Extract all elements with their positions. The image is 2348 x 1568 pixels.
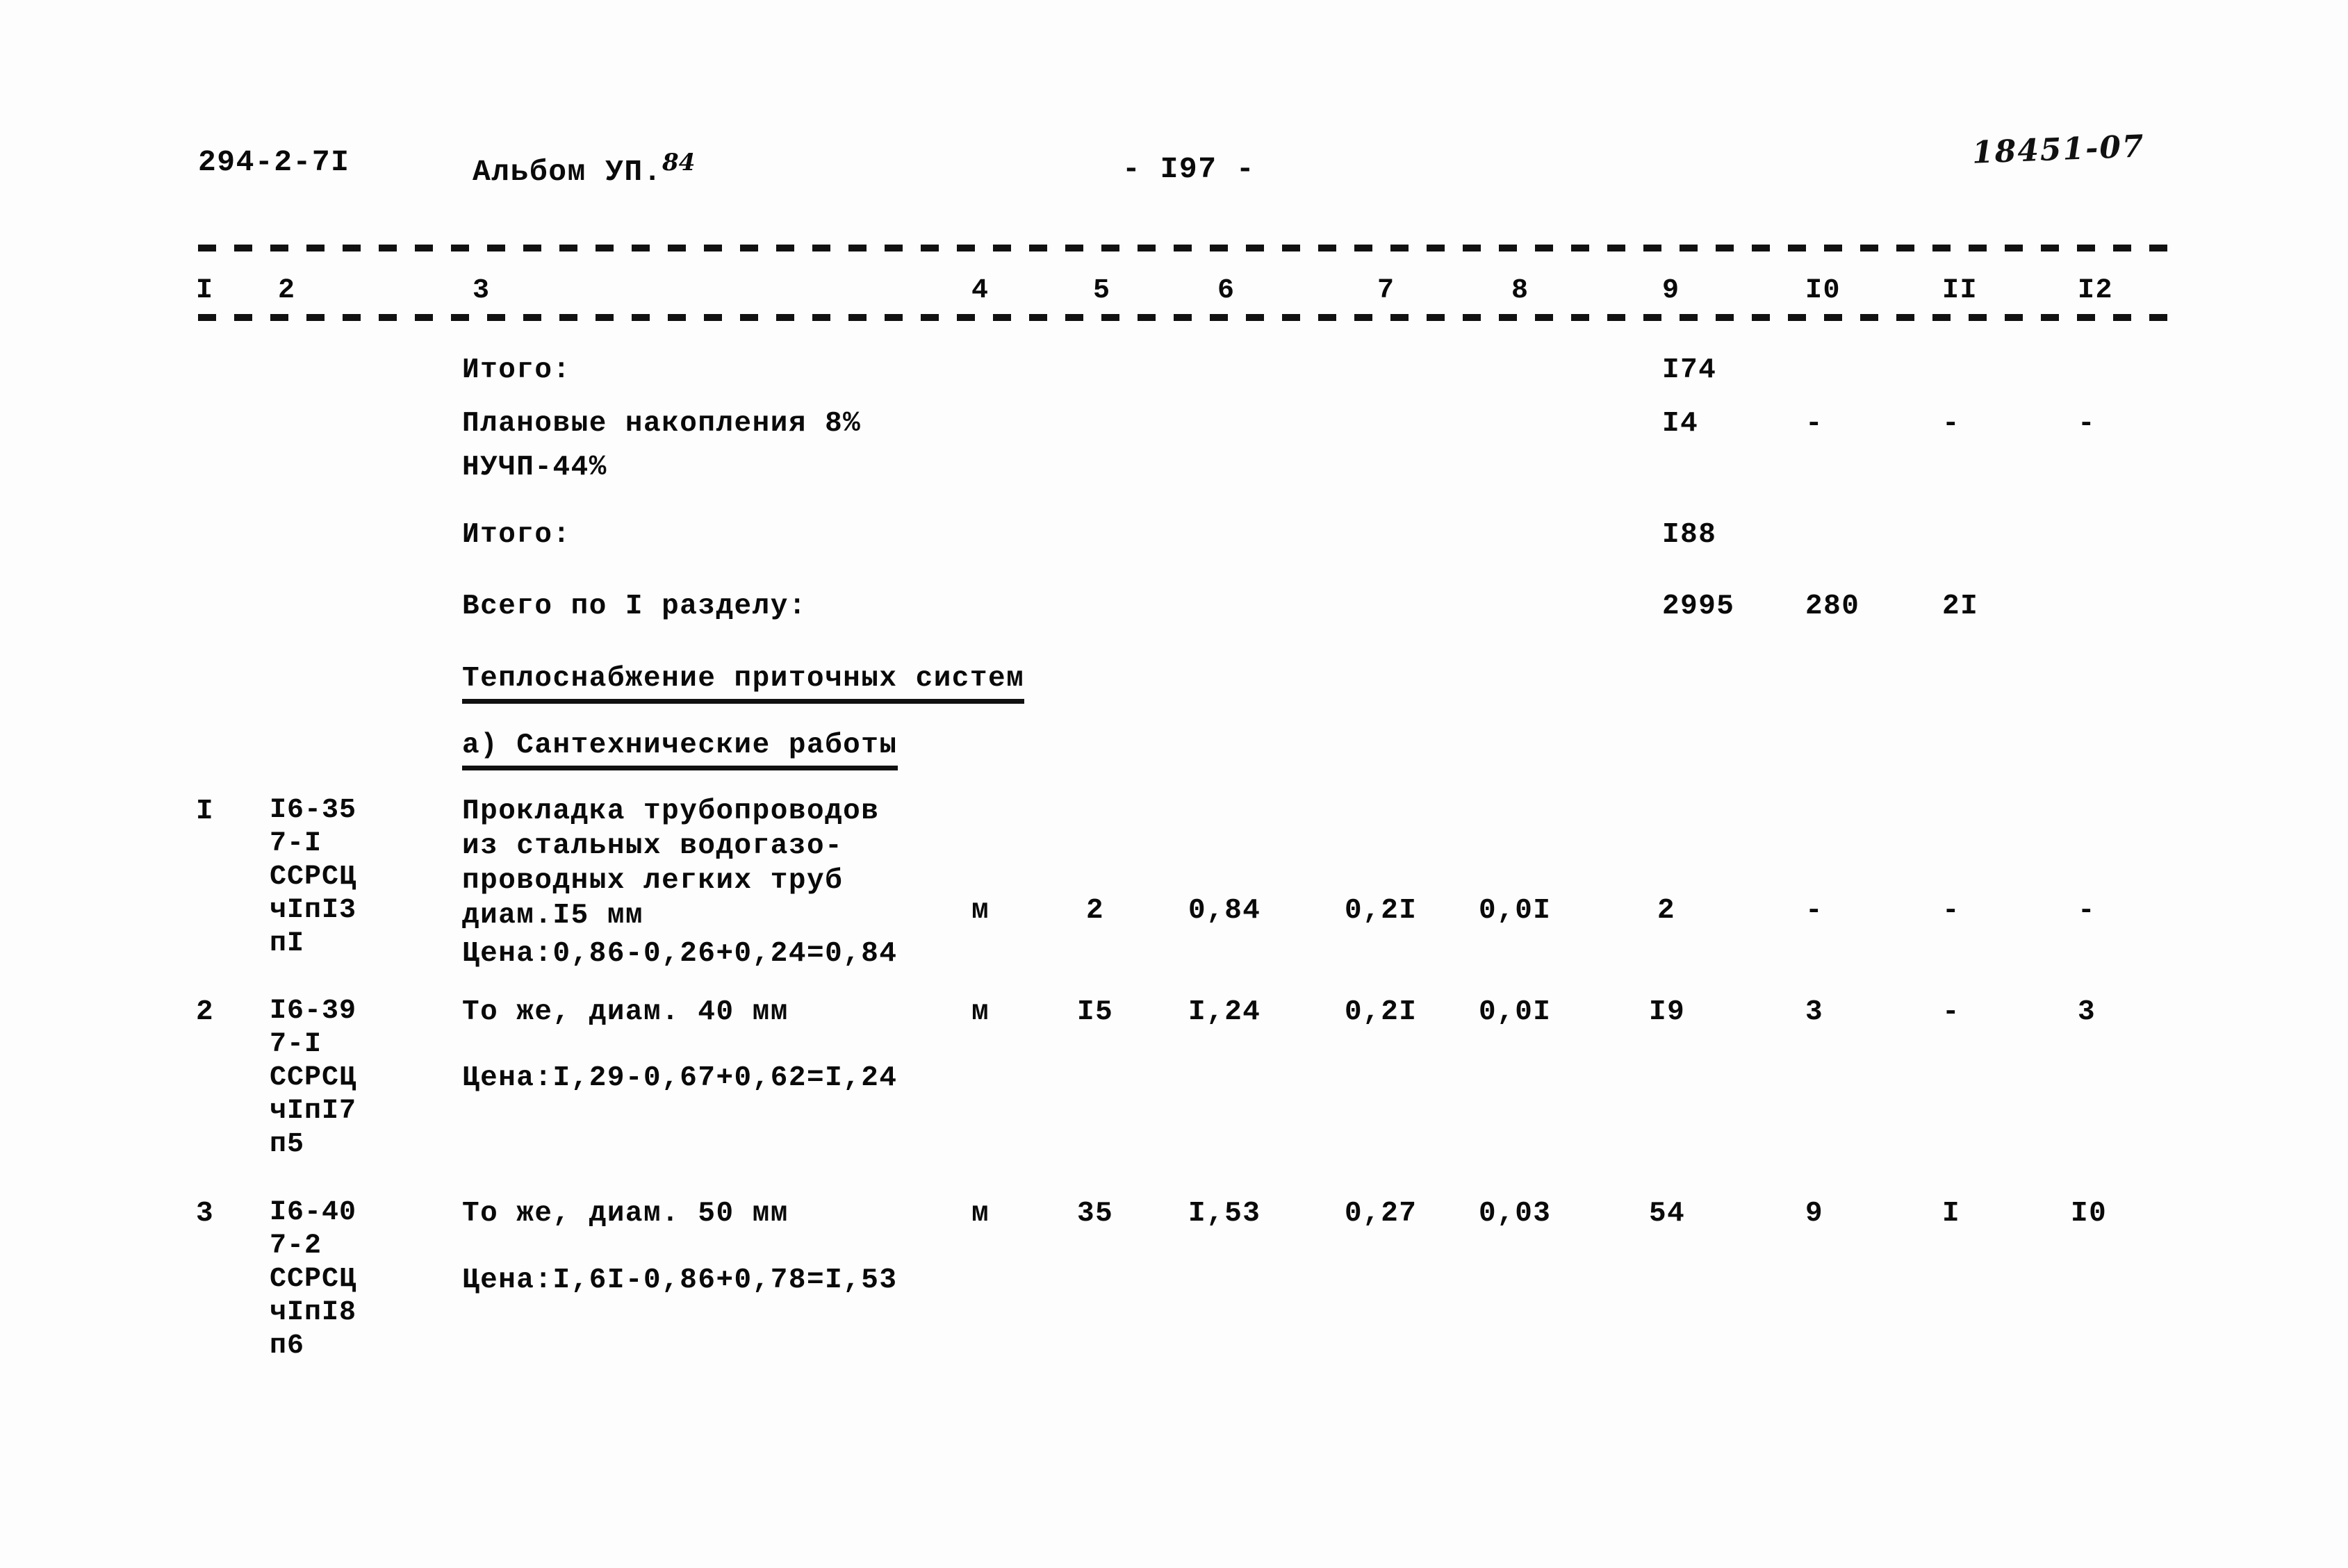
column-header-4: 4 (971, 275, 990, 306)
column-header-12: I2 (2078, 275, 2114, 306)
row-number: 2 (196, 996, 215, 1028)
section-title: Теплоснабжение приточных систем (462, 661, 1025, 704)
document-page: 294-2-7I Альбом УП.84 - I97 - 18451-07 I… (0, 0, 2348, 1568)
summary-row-col12: - (2078, 408, 2096, 440)
summary-row-label: Итого: (462, 519, 571, 551)
column-header-5: 5 (1093, 275, 1111, 306)
column-header-8: 8 (1511, 275, 1529, 306)
summary-row-label: НУЧП-44% (462, 452, 607, 484)
column-header-7: 7 (1377, 275, 1395, 306)
row-col11: - (1942, 996, 1961, 1028)
row-col7: 0,2I (1345, 895, 1418, 927)
summary-row-col11: 2I (1942, 591, 1979, 622)
album-number: 84 (662, 149, 696, 176)
column-header-6: 6 (1217, 275, 1235, 306)
row-col8: 0,03 (1479, 1198, 1552, 1230)
album-label: Альбом УП.84 (473, 145, 695, 190)
row-col12: 3 (2078, 996, 2096, 1028)
row-col7: 0,27 (1345, 1198, 1418, 1230)
row-unit: м (971, 1198, 990, 1230)
column-header-1: I (196, 275, 214, 306)
row-code: I6-39 7-I ССРСЦ чIпI7 п5 (270, 996, 357, 1160)
row-description: То же, диам. 50 мм (462, 1198, 789, 1230)
summary-row-label: Итого: (462, 354, 571, 386)
row-col11: I (1942, 1198, 1961, 1230)
row-col8: 0,0I (1479, 895, 1552, 927)
column-header-9: 9 (1662, 275, 1680, 306)
row-unit: м (971, 895, 990, 927)
summary-row-col9: I88 (1662, 519, 1717, 551)
row-code: I6-35 7-I ССРСЦ чIпI3 пI (270, 795, 357, 959)
row-col10: 3 (1805, 996, 1824, 1028)
row-qty: 2 (1086, 895, 1105, 927)
row-price-note: Цена:I,29-0,67+0,62=I,24 (462, 1062, 898, 1094)
row-qty: 35 (1077, 1198, 1114, 1230)
page-marker: - I97 - (1122, 152, 1256, 186)
row-col12: I0 (2071, 1198, 2108, 1230)
row-qty: I5 (1077, 996, 1114, 1028)
row-col10: 9 (1805, 1198, 1824, 1230)
row-col7: 0,2I (1345, 996, 1418, 1028)
summary-row-col9: I4 (1662, 408, 1699, 440)
row-col9: 54 (1649, 1198, 1686, 1230)
summary-row-col11: - (1942, 408, 1961, 440)
summary-row-col9: 2995 (1662, 591, 1735, 622)
row-col6: 0,84 (1188, 895, 1261, 927)
row-col9: I9 (1649, 996, 1686, 1028)
row-number: 3 (196, 1198, 215, 1230)
row-price-note: Цена:0,86-0,26+0,24=0,84 (462, 938, 898, 970)
row-col6: I,53 (1188, 1198, 1261, 1230)
row-number: I (196, 795, 215, 827)
row-col6: I,24 (1188, 996, 1261, 1028)
row-col9: 2 (1657, 895, 1676, 927)
column-header-11: II (1942, 275, 1978, 306)
row-col8: 0,0I (1479, 996, 1552, 1028)
table-rule-top (198, 245, 2178, 251)
subsection-title: а) Сантехнические работы (462, 728, 898, 770)
row-description: Прокладка трубопроводов из стальных водо… (462, 795, 880, 932)
row-code: I6-40 7-2 ССРСЦ чIпI8 п6 (270, 1197, 357, 1362)
summary-row-col9: I74 (1662, 354, 1717, 386)
column-header-2: 2 (278, 275, 296, 306)
summary-row-label: Всего по I разделу: (462, 591, 807, 622)
row-col11: - (1942, 895, 1961, 927)
album-label-text: Альбом УП. (473, 155, 663, 189)
row-col10: - (1805, 895, 1824, 927)
row-col12: - (2078, 895, 2096, 927)
document-code: 294-2-7I (198, 145, 350, 179)
row-price-note: Цена:I,6I-0,86+0,78=I,53 (462, 1264, 898, 1296)
summary-row-label: Плановые накопления 8% (462, 408, 862, 440)
column-header-10: I0 (1805, 275, 1841, 306)
column-header-3: 3 (473, 275, 491, 306)
row-description: То же, диам. 40 мм (462, 996, 789, 1028)
archive-stamp: 18451-07 (1971, 129, 2146, 171)
summary-row-col10: 280 (1805, 591, 1860, 622)
row-unit: м (971, 996, 990, 1028)
summary-row-col10: - (1805, 408, 1824, 440)
table-rule-bottom (198, 314, 2178, 321)
